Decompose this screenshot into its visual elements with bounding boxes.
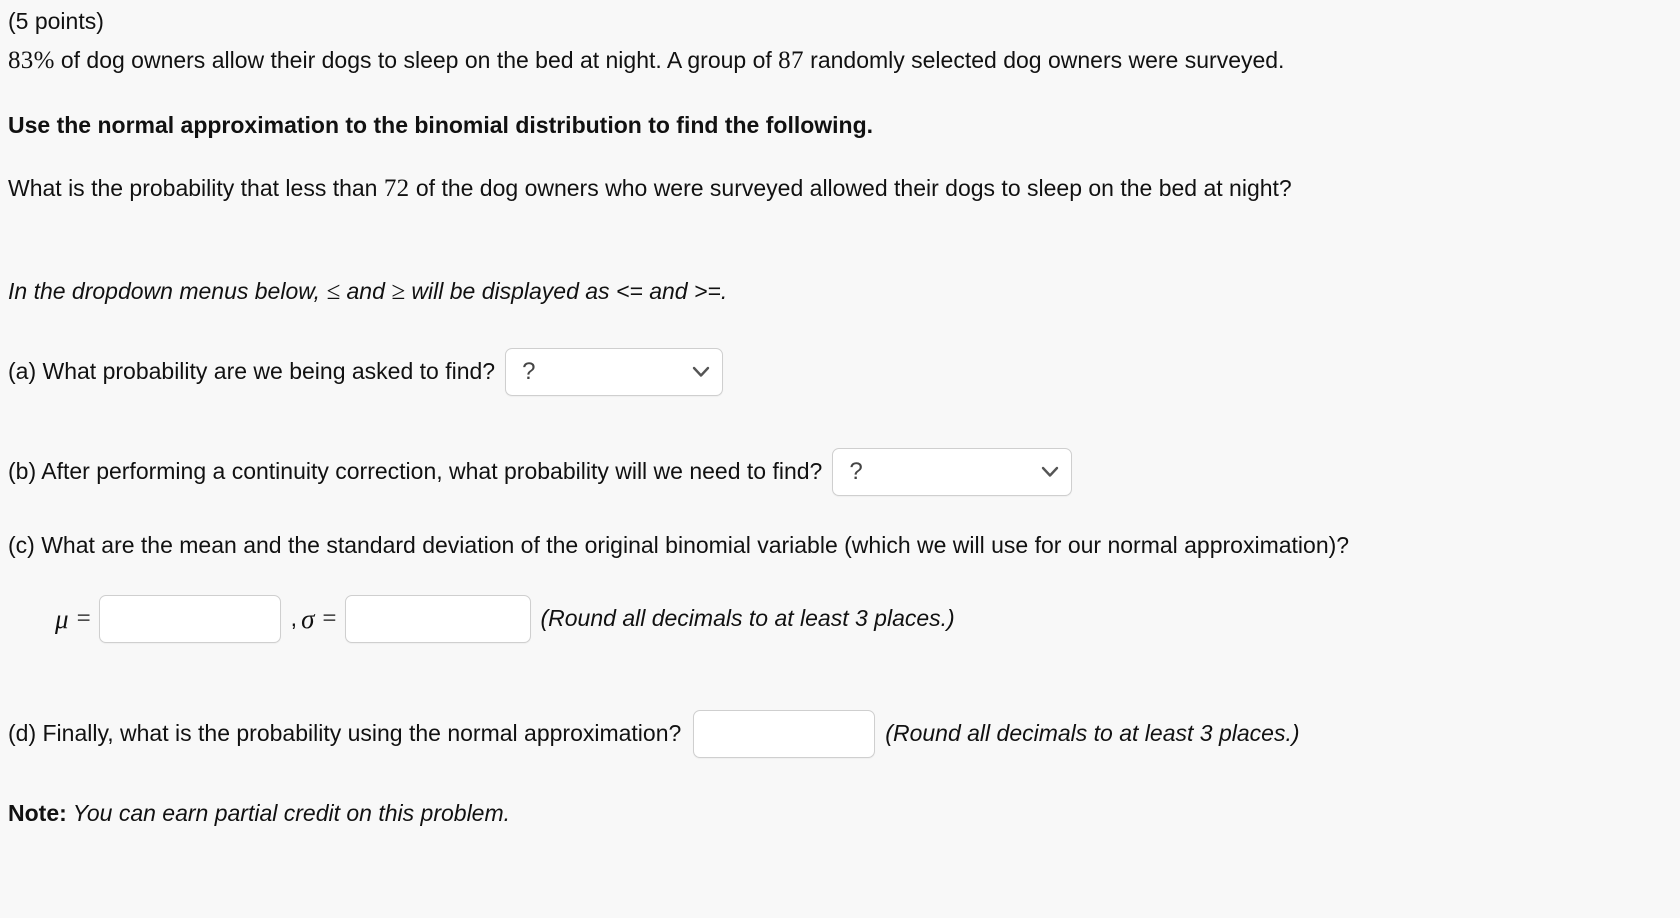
sigma-symbol: σ — [301, 603, 315, 634]
problem-statement: 83% of dog owners allow their dogs to sl… — [8, 44, 1284, 78]
part-b-dropdown-value: ? — [849, 457, 863, 485]
chevron-down-icon — [692, 366, 710, 378]
dropnote-before: In the dropdown menus below, — [8, 278, 327, 304]
percent-value: 83 — [8, 47, 34, 74]
part-d-row: (d) Finally, what is the probability usi… — [8, 710, 1300, 758]
mean-stddev-row: μ = , σ = (Round all decimals to at leas… — [55, 595, 955, 643]
part-d-round-note: (Round all decimals to at least 3 places… — [885, 720, 1300, 747]
mu-symbol: μ — [55, 603, 69, 634]
sigma-equals-sign: = — [322, 605, 337, 633]
part-b-dropdown[interactable]: ? — [832, 448, 1073, 496]
main-question: What is the probability that less than 7… — [8, 172, 1292, 206]
part-b-row: (b) After performing a continuity correc… — [8, 448, 1073, 496]
points-label: (5 points) — [8, 8, 104, 34]
problem-page: (5 points) 83% of dog owners allow their… — [0, 0, 1680, 918]
note-text: You can earn partial credit on this prob… — [66, 800, 511, 826]
dropnote-and: and — [340, 278, 392, 304]
dropnote-after: will be displayed as <= and >=. — [405, 278, 728, 304]
mu-equals-sign: = — [76, 605, 91, 633]
greater-than-or-equal-icon: ≥ — [391, 278, 405, 305]
percent-symbol: % — [33, 47, 55, 74]
part-d-answer-input[interactable] — [693, 710, 876, 758]
sigma-input[interactable] — [344, 595, 531, 643]
statement-text-after-n: randomly selected dog owners were survey… — [803, 47, 1285, 73]
part-c-label: (c) What are the mean and the standard d… — [8, 532, 1350, 558]
question-text-before: What is the probability that less than — [8, 175, 384, 201]
note-label: Note — [8, 800, 60, 826]
statement-text-before-n: of dog owners allow their dogs to sleep … — [54, 47, 779, 73]
mu-sigma-comma: , — [290, 605, 298, 632]
question-text-after: of the dog owners who were surveyed allo… — [409, 175, 1292, 201]
part-a-row: (a) What probability are we being asked … — [8, 348, 724, 396]
part-c-row: (c) What are the mean and the standard d… — [8, 530, 1349, 561]
dropdown-symbol-note: In the dropdown menus below, ≤ and ≥ wil… — [8, 275, 727, 309]
chevron-down-icon — [1041, 466, 1059, 478]
mu-input[interactable] — [98, 595, 281, 643]
bold-instruction: Use the normal approximation to the bino… — [8, 112, 874, 138]
part-d-label: (d) Finally, what is the probability usi… — [8, 720, 682, 747]
part-b-label: (b) After performing a continuity correc… — [8, 458, 823, 485]
part-a-dropdown[interactable]: ? — [505, 348, 724, 396]
part-a-label: (a) What probability are we being asked … — [8, 358, 496, 385]
part-c-round-note: (Round all decimals to at least 3 places… — [540, 605, 955, 632]
part-a-dropdown-value: ? — [522, 357, 536, 385]
sample-size-value: 87 — [778, 47, 804, 74]
note-colon: : — [59, 800, 67, 826]
question-threshold-value: 72 — [383, 175, 410, 202]
less-than-or-equal-icon: ≤ — [326, 278, 341, 305]
partial-credit-note: Note: You can earn partial credit on thi… — [8, 798, 510, 829]
